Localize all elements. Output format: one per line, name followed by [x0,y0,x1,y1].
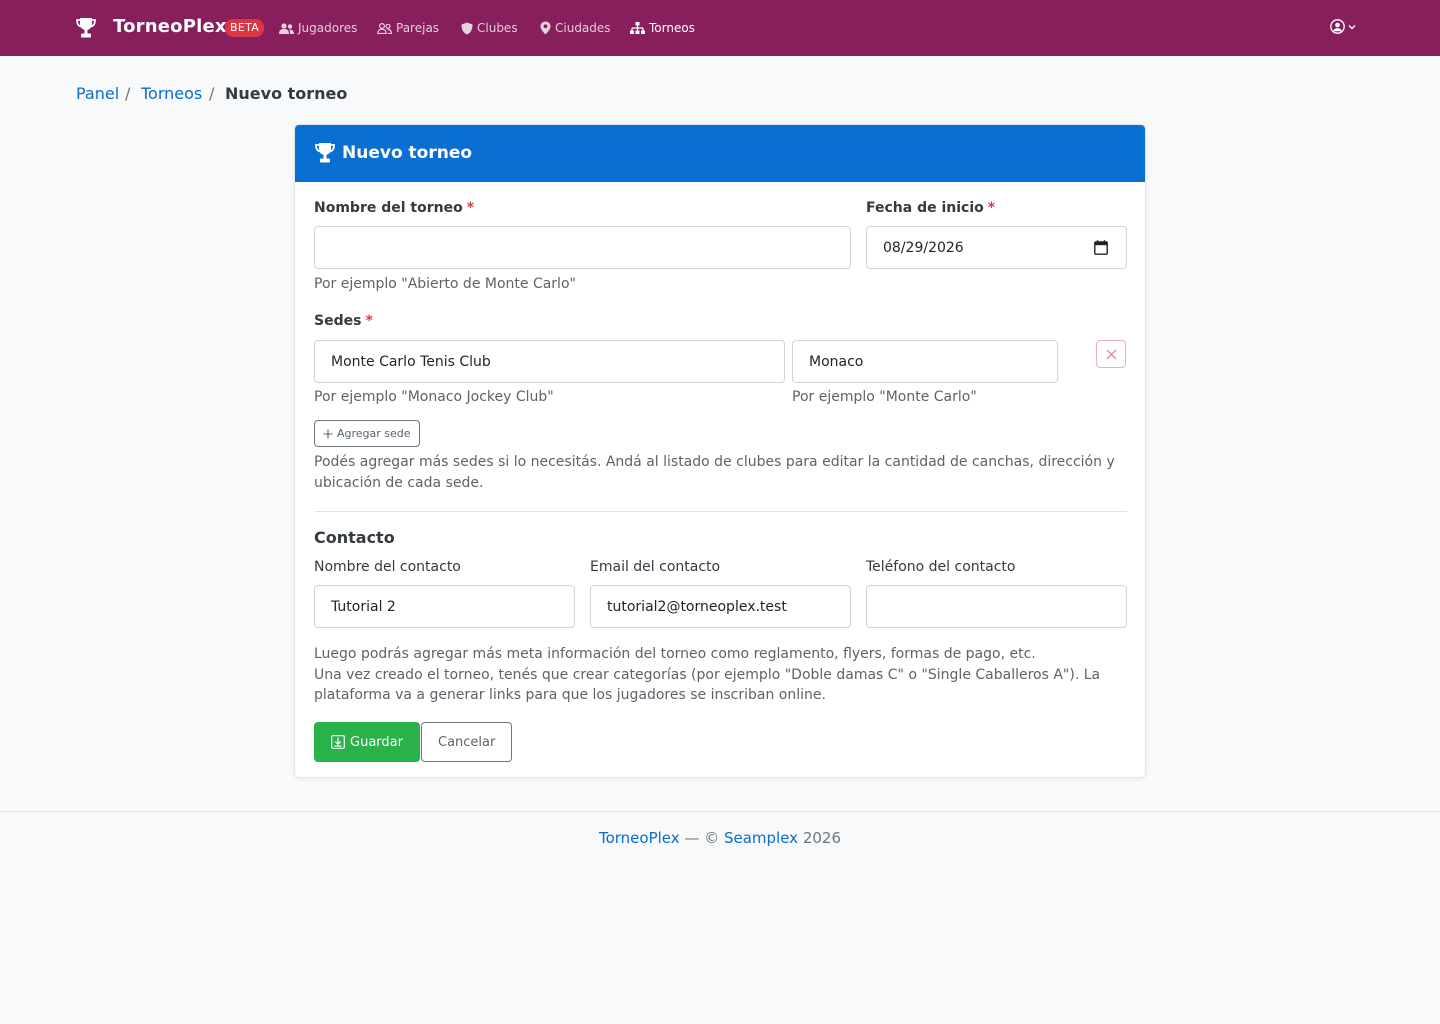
card-header: Nuevo torneo [295,125,1145,182]
close-icon [1106,349,1116,359]
nav-item-clubes[interactable]: Clubes [461,20,518,36]
card-title: Nuevo torneo [342,143,473,163]
venues-note: Podés agregar más sedes si lo necesitás.… [314,454,1115,491]
section-divider [315,511,1127,512]
add-venue-button[interactable]: Agregar sede [314,420,420,447]
nav-item-ciudades[interactable]: Ciudades [540,20,611,36]
add-venue-label: Agregar sede [337,427,411,440]
contact-phone-label: Teléfono del contacto [866,559,1016,575]
start-date-value: 08/29/2026 [883,239,964,256]
nav-item-parejas[interactable]: Parejas [377,20,439,36]
footer-divider [0,811,1440,812]
start-date-label: Fecha de inicio * [866,200,995,216]
breadcrumb-link-torneos[interactable]: Torneos [141,84,202,103]
chevron-down-icon [1348,24,1356,29]
user-circle-icon [1330,19,1345,34]
map-marker-icon [540,21,551,35]
footer-company-link[interactable]: Seamplex [724,829,798,847]
top-navbar: TorneoPlex BETA Jugadores Parejas Clubes… [0,0,1440,56]
venue-city-input[interactable] [792,340,1058,383]
shield-icon [461,22,473,34]
venues-label-text: Sedes [314,313,362,329]
download-icon [331,735,345,749]
cancel-button[interactable]: Cancelar [421,722,513,762]
breadcrumb-current: Nuevo torneo [225,84,348,103]
contact-name-input[interactable] [314,585,575,628]
footer-separator: — © [679,829,724,847]
venue-club-input[interactable] [314,340,785,383]
nav-label-ciudades: Ciudades [555,21,611,35]
venue-city-help: Por ejemplo "Monte Carlo" [792,389,977,405]
contact-phone-input[interactable] [866,585,1127,628]
footer-brand-link[interactable]: TorneoPlex [599,829,680,847]
footer-year: 2026 [798,829,842,847]
user-menu[interactable] [1330,19,1356,34]
breadcrumb-separator: / [125,84,131,103]
contact-email-input[interactable] [590,585,851,628]
new-tournament-card: Nuevo torneo Nombre del torneo * Por ejem… [294,124,1146,778]
contact-email-label: Email del contacto [590,559,721,575]
info-line-categories: Una vez creado el torneo, tenés que crea… [314,666,1101,704]
remove-venue-button[interactable] [1096,340,1126,368]
start-date-input[interactable]: 08/29/2026 [866,226,1127,269]
start-date-label-text: Fecha de inicio [866,200,984,216]
info-line-meta: Luego podrás agregar más meta informació… [314,646,1036,662]
users-icon [279,22,294,34]
tournament-name-input[interactable] [314,226,851,269]
cancel-button-label: Cancelar [438,734,496,750]
save-button-label: Guardar [350,734,403,750]
breadcrumb-link-panel[interactable]: Panel [76,84,119,103]
user-pair-icon [377,22,392,34]
beta-badge: BETA [225,19,265,37]
trophy-icon [315,143,335,163]
tournament-name-help: Por ejemplo "Abierto de Monte Carlo" [314,276,576,292]
nav-label-parejas: Parejas [396,21,440,35]
required-mark: * [466,200,475,216]
nav-label-torneos: Torneos [649,21,695,35]
nav-item-torneos[interactable]: Torneos [630,20,695,36]
required-mark: * [365,313,373,329]
tournament-name-label: Nombre del torneo * [314,200,474,216]
breadcrumb-separator: / [209,84,215,103]
nav-label-clubes: Clubes [477,21,518,35]
venues-label: Sedes * [314,313,373,329]
nav-item-jugadores[interactable]: Jugadores [279,20,357,36]
trophy-icon [76,18,96,38]
brand-name[interactable]: TorneoPlex [113,16,227,37]
save-button[interactable]: Guardar [314,722,420,762]
required-mark: * [987,200,996,216]
tournament-name-label-text: Nombre del torneo [314,200,463,216]
nav-label-jugadores: Jugadores [298,21,358,35]
info-paragraph: Luego podrás agregar más meta informació… [314,644,1126,706]
plus-icon [323,429,333,438]
contact-name-label: Nombre del contacto [314,559,461,575]
contact-section-title: Contacto [314,528,395,547]
calendar-icon[interactable] [1094,240,1108,255]
sitemap-icon [630,22,645,34]
footer: TorneoPlex — © Seamplex 2026 [0,829,1440,847]
venue-club-help: Por ejemplo "Monaco Jockey Club" [314,389,554,405]
